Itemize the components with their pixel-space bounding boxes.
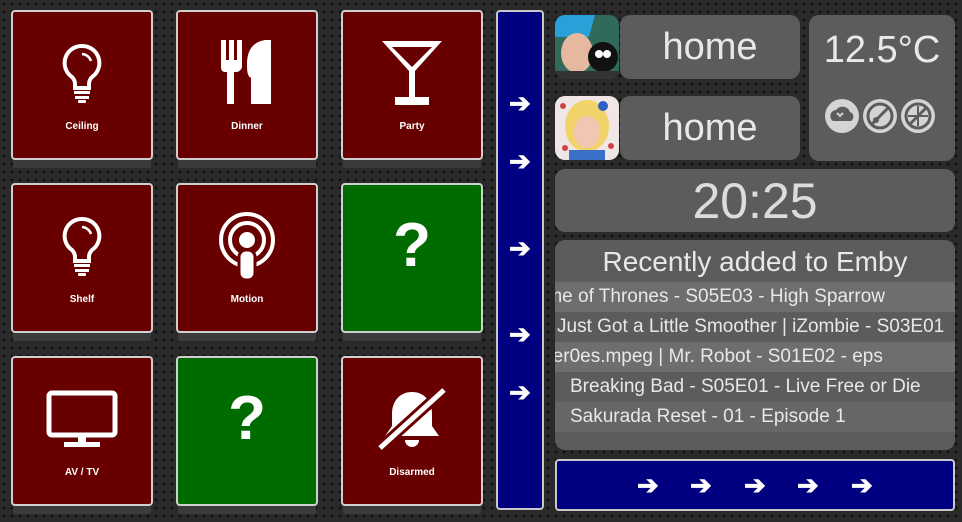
tile-dinner[interactable]: Dinner (176, 10, 318, 160)
clock-time: 20:25 (692, 173, 818, 229)
tile-shelf[interactable]: Shelf (11, 183, 153, 333)
arrow-right-icon[interactable]: ➔ (509, 235, 531, 261)
clock-panel: 20:25 (555, 169, 955, 232)
tile-label: Motion (230, 294, 264, 305)
tile-alarm[interactable]: Disarmed (341, 356, 483, 506)
weather-icon (825, 99, 859, 133)
weather-panel[interactable]: 12.5°C (809, 15, 955, 161)
tile-label: Shelf (69, 294, 95, 305)
temperature: 12.5°C (823, 29, 941, 71)
list-item[interactable]: Breaking Bad - S05E01 - Live Free or Die (555, 372, 955, 402)
tile-unknown[interactable]: ? (176, 356, 318, 506)
tile-label: Disarmed (389, 467, 435, 478)
list-item[interactable]: Just Got a Little Smoother | iZombie - S… (555, 312, 955, 342)
emby-title: Recently added to Emby (602, 246, 908, 277)
cocktail-glass-icon (343, 34, 481, 112)
person-status: home (662, 107, 758, 149)
arrow-right-icon[interactable]: ➔ (851, 472, 873, 498)
nav-column: ➔ ➔ ➔ ➔ ➔ (496, 10, 544, 510)
tile-label: Dinner (231, 121, 263, 132)
emby-panel: Recently added to Emby Game of Thrones -… (555, 240, 955, 450)
arrow-right-icon[interactable]: ➔ (509, 379, 531, 405)
arrow-right-icon[interactable]: ➔ (690, 472, 712, 498)
tile-party[interactable]: Party (341, 10, 483, 160)
nav-bar: ➔ ➔ ➔ ➔ ➔ (555, 459, 955, 511)
arrow-right-icon[interactable]: ➔ (797, 472, 819, 498)
arrow-right-icon[interactable]: ➔ (744, 472, 766, 498)
tile-av-tv[interactable]: AV / TV (11, 356, 153, 506)
lightbulb-icon (13, 207, 151, 285)
person-status-panel[interactable]: home (620, 15, 800, 79)
question-mark-icon: ? (228, 384, 266, 453)
tile-ceiling[interactable]: Ceiling (11, 10, 153, 160)
arrow-right-icon[interactable]: ➔ (509, 321, 531, 347)
motion-sensor-icon (178, 207, 316, 285)
question-mark-icon: ? (393, 211, 431, 280)
list-item[interactable]: Sakurada Reset - 01 - Episode 1 (555, 402, 955, 432)
arrow-right-icon[interactable]: ➔ (509, 148, 531, 174)
person-status: home (662, 26, 758, 68)
arrow-right-icon[interactable]: ➔ (509, 90, 531, 116)
lightbulb-icon (13, 34, 151, 112)
weather-icon (863, 99, 897, 133)
list-item[interactable]: eps1.1_ones-and-zer0es.mpeg | Mr. Robot … (555, 342, 955, 372)
fork-knife-icon (178, 34, 316, 112)
tile-motion[interactable]: Motion (176, 183, 318, 333)
tile-label: Ceiling (65, 121, 99, 132)
avatar (555, 96, 619, 160)
tile-label: AV / TV (64, 467, 100, 478)
arrow-right-icon[interactable]: ➔ (637, 472, 659, 498)
tv-icon (13, 380, 151, 458)
avatar (555, 15, 619, 79)
person-status-panel[interactable]: home (620, 96, 800, 160)
bell-off-icon (343, 380, 481, 458)
list-item[interactable]: Game of Thrones - S05E03 - High Sparrow (555, 282, 955, 312)
tile-label: Party (399, 121, 425, 132)
tile-unknown[interactable]: ? (341, 183, 483, 333)
weather-icon (901, 99, 935, 133)
